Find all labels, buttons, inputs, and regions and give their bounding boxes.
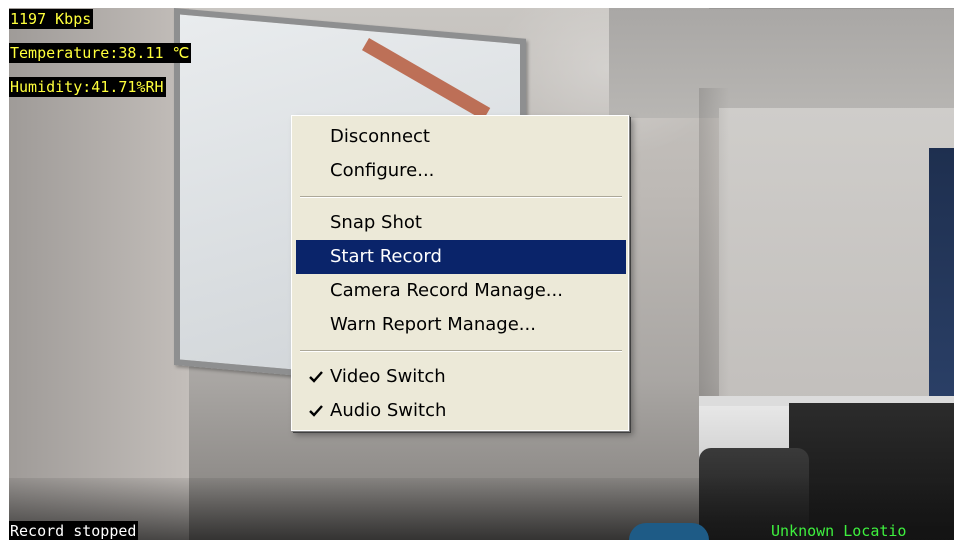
menu-item-label: Disconnect <box>330 126 430 147</box>
scene-ceiling-line <box>709 8 954 9</box>
menu-item-configure[interactable]: Configure... <box>296 154 626 188</box>
menu-item-start-record[interactable]: Start Record <box>296 240 626 274</box>
record-status-overlay: Record stopped <box>9 521 139 540</box>
menu-separator <box>300 196 622 198</box>
menu-separator <box>300 350 622 352</box>
humidity-overlay: Humidity:41.71%RH <box>9 77 166 97</box>
menu-item-label: Snap Shot <box>330 212 422 233</box>
menu-item-label: Audio Switch <box>330 400 447 421</box>
scene-floor-object <box>629 523 709 540</box>
temperature-overlay: Temperature:38.11 ℃ <box>9 43 192 63</box>
menu-item-camera-record-manage[interactable]: Camera Record Manage... <box>296 274 626 308</box>
menu-item-label: Configure... <box>330 160 435 181</box>
menu-item-label: Video Switch <box>330 366 446 387</box>
location-overlay: Unknown Locatio <box>771 522 907 540</box>
scene-window <box>929 148 954 398</box>
context-menu: Disconnect Configure... Snap Shot Start … <box>291 115 629 431</box>
camera-viewer: 1197 Kbps Temperature:38.11 ℃ Humidity:4… <box>0 0 954 540</box>
scene-ceiling <box>609 8 954 118</box>
menu-item-label: Warn Report Manage... <box>330 314 536 335</box>
menu-item-label: Camera Record Manage... <box>330 280 563 301</box>
menu-item-audio-switch[interactable]: Audio Switch <box>296 394 626 428</box>
scene-right-wall <box>719 108 954 408</box>
menu-item-video-switch[interactable]: Video Switch <box>296 360 626 394</box>
checkmark-icon <box>309 371 323 383</box>
menu-item-disconnect[interactable]: Disconnect <box>296 120 626 154</box>
checkmark-icon <box>309 405 323 417</box>
bitrate-overlay: 1197 Kbps <box>9 9 94 29</box>
menu-item-snap-shot[interactable]: Snap Shot <box>296 206 626 240</box>
menu-item-label: Start Record <box>330 246 442 267</box>
menu-item-warn-report-manage[interactable]: Warn Report Manage... <box>296 308 626 342</box>
